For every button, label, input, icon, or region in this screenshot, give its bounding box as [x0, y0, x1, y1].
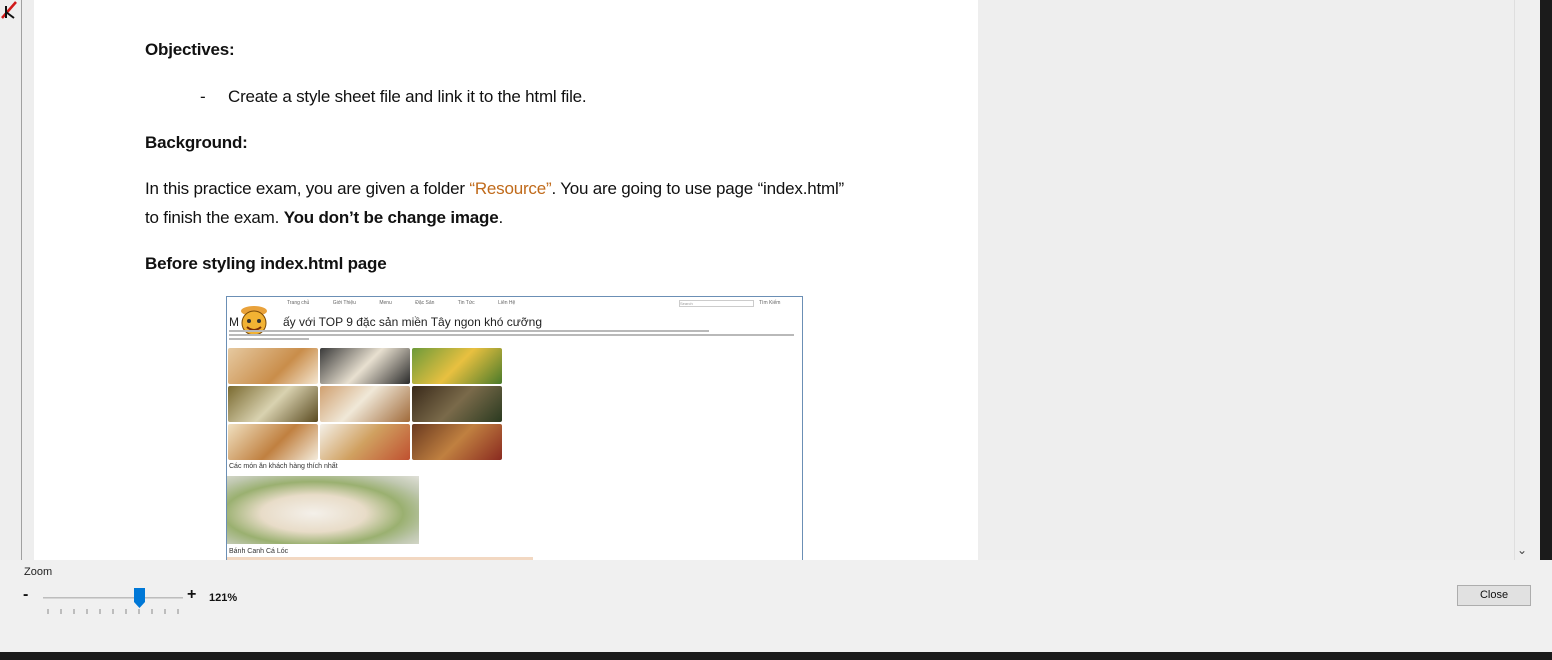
food-image-tile: [412, 348, 502, 384]
embedded-nav-item: Menu: [379, 300, 392, 306]
zoom-out-button[interactable]: -: [23, 586, 28, 604]
food-image-tile: [320, 348, 410, 384]
chevron-down-icon[interactable]: ⌄: [1514, 540, 1530, 560]
embedded-nav-item: Giới Thiệu: [332, 300, 356, 306]
para-text: . You are going to use page “index.html”: [551, 179, 844, 198]
food-image-tile: [412, 424, 502, 460]
left-margin-bar: [0, 0, 22, 560]
document-viewer: Objectives: - Create a style sheet file …: [0, 0, 1530, 560]
embedded-favorites-caption: Các món ăn khách hàng thích nhất: [229, 463, 338, 470]
corner-marker-icon: [1, 1, 17, 19]
embedded-dish-caption: Bánh Canh Cá Lóc: [229, 548, 289, 555]
food-image-tile: [320, 386, 410, 422]
window-bottom-edge: [0, 652, 1552, 660]
objectives-heading: Objectives:: [145, 40, 235, 59]
zoom-slider-thumb[interactable]: [134, 588, 145, 608]
embedded-title-text: ấy với TOP 9 đặc sản miền Tây ngon khó c…: [283, 315, 543, 329]
zoom-label: Zoom: [24, 566, 53, 578]
para-text: .: [498, 208, 503, 227]
food-image-tile: [228, 348, 318, 384]
featured-dish-image: [227, 476, 419, 544]
zoom-slider-ticks: [47, 609, 179, 614]
close-button[interactable]: Close: [1457, 585, 1531, 606]
embedded-intro-text: [229, 330, 799, 342]
embedded-search-button: Tìm Kiếm: [759, 300, 781, 306]
zoom-in-button[interactable]: +: [187, 586, 196, 604]
embedded-nav: Trang chủ Giới Thiệu Menu Đặc Sản Tin Tứ…: [287, 300, 537, 306]
para-text: to finish the exam.: [145, 208, 284, 227]
embedded-search-input: Search: [679, 300, 754, 307]
embedded-nav-item: Liên Hệ: [498, 300, 516, 306]
background-paragraph: In this practice exam, you are given a f…: [145, 174, 844, 232]
embedded-title: Mấy với TOP 9 đặc sản miền Tây ngon khó …: [229, 315, 542, 329]
before-styling-heading: Before styling index.html page: [145, 254, 387, 273]
food-image-tile: [228, 386, 318, 422]
food-image-tile: [320, 424, 410, 460]
embedded-nav-item: Trang chủ: [287, 300, 310, 306]
embedded-nav-item: Tin Tức: [457, 300, 475, 306]
resource-folder-name: “Resource”: [469, 179, 552, 198]
embedded-page-screenshot: Trang chủ Giới Thiệu Menu Đặc Sản Tin Tứ…: [226, 296, 803, 560]
food-image-tile: [228, 424, 318, 460]
zoom-slider-track[interactable]: [43, 597, 183, 599]
para-text: In this practice exam, you are given a f…: [145, 179, 470, 198]
embedded-nav-item: Đặc Sản: [415, 300, 435, 306]
zoom-percentage: 121%: [209, 592, 238, 604]
food-image-tile: [412, 386, 502, 422]
background-heading: Background:: [145, 133, 248, 152]
vertical-scrollbar[interactable]: [1514, 0, 1530, 560]
bullet-text: Create a style sheet file and link it to…: [228, 87, 587, 106]
para-bold-text: You don’t be change image: [283, 208, 499, 227]
bullet-dash: -: [200, 87, 206, 106]
window-edge: [1540, 0, 1552, 560]
zoom-toolbar: Zoom - + 121% Close: [0, 560, 1552, 652]
